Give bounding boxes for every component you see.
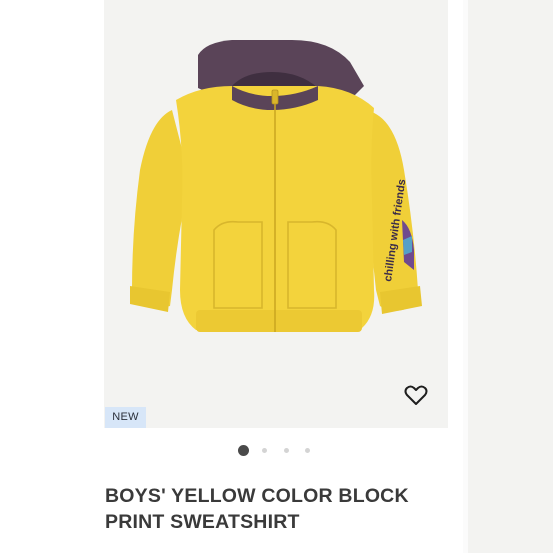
carousel-dot-4[interactable] xyxy=(305,448,310,453)
heart-outline-icon xyxy=(404,385,428,405)
product-title: BOYS' YELLOW COLOR BLOCK PRINT SWEATSHIR… xyxy=(105,483,450,535)
product-title-line-1: BOYS' YELLOW COLOR BLOCK xyxy=(105,485,409,507)
product-image: chilling with friends xyxy=(130,40,422,332)
carousel-dot-2[interactable] xyxy=(262,448,267,453)
carousel-dot-3[interactable] xyxy=(284,448,289,453)
product-title-line-2: PRINT SWEATSHIRT xyxy=(105,511,300,533)
carousel-dot-1[interactable] xyxy=(238,445,249,456)
carousel-dots xyxy=(0,445,553,457)
new-badge: NEW xyxy=(105,407,146,428)
wishlist-button[interactable] xyxy=(403,382,429,408)
